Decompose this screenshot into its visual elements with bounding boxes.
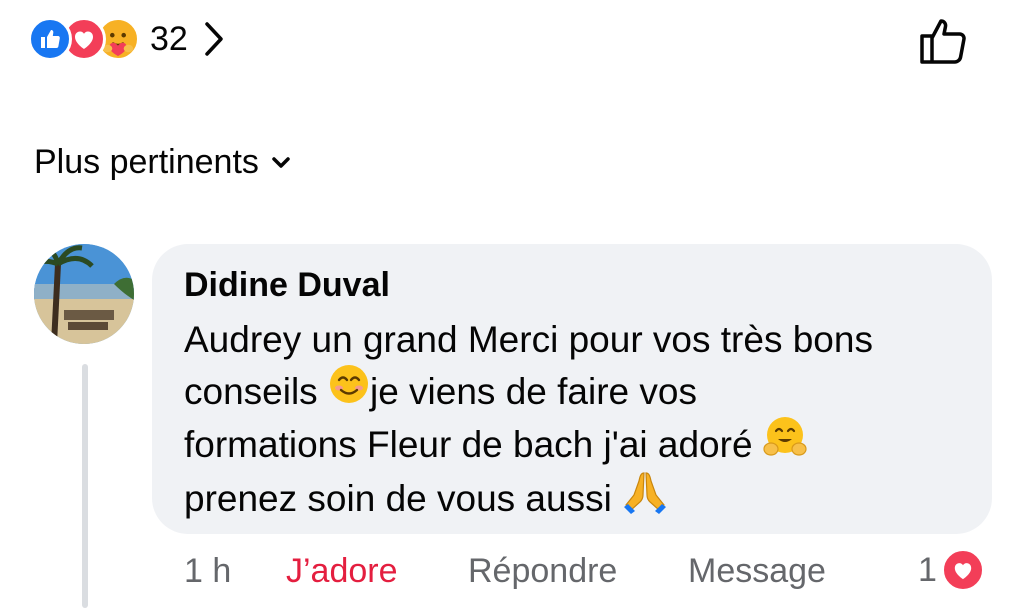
comment-author[interactable]: Didine Duval xyxy=(184,266,390,305)
comment-timestamp[interactable]: 1 h xyxy=(184,552,231,591)
smiling-face-icon xyxy=(328,363,370,419)
chevron-down-icon xyxy=(271,156,291,170)
avatar[interactable] xyxy=(34,244,134,344)
comment-line-4: formations Fleur de bach j'ai adoré xyxy=(184,424,753,466)
thread-line xyxy=(82,364,88,608)
reactions-summary[interactable]: 32 xyxy=(28,14,224,64)
comment-reactions[interactable]: 1 xyxy=(918,548,985,592)
comment-line-2: conseils xyxy=(184,371,318,412)
comment-line-1: Audrey un grand Merci pour vos très bons xyxy=(184,319,873,360)
folded-hands-icon xyxy=(622,469,668,529)
reaction-count: 32 xyxy=(150,19,188,58)
comment-text: Audrey un grand Merci pour vos très bons… xyxy=(184,314,974,529)
comment-actions: 1 h J’adore Répondre Message 1 xyxy=(184,548,1004,600)
love-icon xyxy=(940,548,985,592)
comment-reaction-count: 1 xyxy=(918,550,937,589)
hugging-face-icon xyxy=(763,415,807,473)
like-outline-icon[interactable] xyxy=(916,12,972,73)
like-icon xyxy=(28,17,72,61)
comment-line-3: je viens de faire vos xyxy=(369,371,697,412)
reply-button[interactable]: Répondre xyxy=(468,552,617,591)
chevron-right-icon xyxy=(204,21,224,57)
comment-line-5: prenez soin de vous aussi xyxy=(184,478,612,520)
sort-label: Plus pertinents xyxy=(34,143,259,181)
reaction-button[interactable]: J’adore xyxy=(286,552,398,591)
sort-dropdown[interactable]: Plus pertinents xyxy=(34,143,291,182)
message-button[interactable]: Message xyxy=(688,552,826,591)
